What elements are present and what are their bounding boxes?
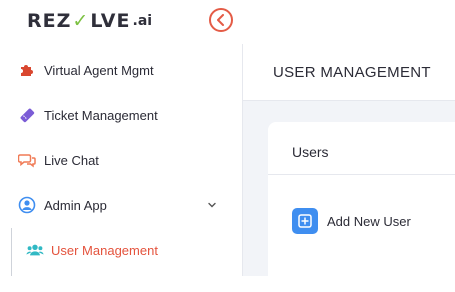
card-title: Users (292, 144, 329, 160)
sidebar-item-virtual-agent-mgmt[interactable]: Virtual Agent Mgmt (0, 50, 242, 90)
sidebar: Virtual Agent Mgmt Ticket Management Liv… (0, 44, 243, 276)
sidebar-item-user-management[interactable]: User Management (0, 230, 242, 270)
logo-text-left: REZ (27, 10, 72, 32)
plus-square-icon (292, 208, 318, 234)
chat-bubbles-icon (18, 151, 36, 169)
sidebar-item-label: Virtual Agent Mgmt (44, 62, 154, 78)
divider (268, 174, 455, 175)
sidebar-item-ticket-management[interactable]: Ticket Management (0, 95, 242, 135)
sidebar-item-label: Ticket Management (44, 107, 158, 123)
top-header: REZ ✓ LVE .ai (0, 0, 455, 44)
users-card: Users Add New User (268, 122, 455, 292)
puzzle-icon (18, 61, 36, 79)
sidebar-item-label: Admin App (44, 197, 107, 213)
sidebar-item-admin-app[interactable]: Admin App (0, 185, 242, 225)
logo-check-mark: ✓ (72, 10, 90, 32)
page-title: USER MANAGEMENT (273, 64, 431, 81)
collapse-sidebar-button[interactable] (209, 8, 233, 32)
sidebar-item-live-chat[interactable]: Live Chat (0, 140, 242, 180)
logo-text-ai: .ai (132, 13, 153, 29)
rezolve-logo[interactable]: REZ ✓ LVE .ai (27, 8, 152, 34)
add-new-user-label: Add New User (327, 213, 411, 229)
page-header: USER MANAGEMENT (243, 44, 455, 101)
chevron-left-icon (217, 14, 224, 26)
main-content: USER MANAGEMENT Users Add New User (243, 44, 455, 292)
sidebar-item-label: User Management (51, 242, 158, 258)
ticket-icon (18, 106, 36, 124)
chevron-down-icon[interactable] (205, 198, 219, 212)
users-icon (26, 241, 44, 259)
logo-text-right: LVE (90, 10, 131, 32)
add-new-user-button[interactable]: Add New User (292, 208, 411, 234)
sidebar-item-label: Live Chat (44, 152, 99, 168)
user-circle-icon (18, 196, 36, 214)
